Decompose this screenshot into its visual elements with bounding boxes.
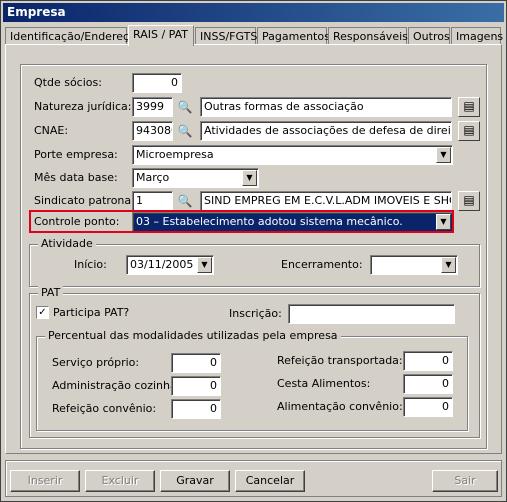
cnae-code-input[interactable]: 943080 (132, 121, 173, 141)
qtde-socios-label: Qtde sócios: (34, 76, 102, 89)
cesta-alimentos-label: Cesta Alimentos: (277, 377, 371, 390)
refeicao-convenio-label: Refeição convênio: (52, 402, 157, 415)
cesta-alimentos-input[interactable]: 0 (403, 374, 453, 394)
sindicato-lookup-button[interactable]: ▤ (458, 191, 480, 211)
percentual-group: Percentual das modalidades utilizadas pe… (36, 329, 468, 431)
tab-imagens[interactable]: Imagens (451, 27, 503, 45)
qtde-socios-input[interactable]: 0 (132, 73, 182, 93)
chevron-down-icon[interactable]: ▼ (441, 257, 456, 273)
alimentacao-convenio-input[interactable]: 0 (403, 397, 453, 417)
rais-group: Qtde sócios: 0 Natureza jurídica: 3999 🔍… (20, 64, 487, 449)
cancelar-button[interactable]: Cancelar (235, 470, 305, 492)
natureza-juridica-label: Natureza jurídica: (34, 100, 132, 113)
administracao-cozinha-input[interactable]: 0 (171, 376, 221, 396)
rais-pat-panel: Qtde sócios: 0 Natureza jurídica: 3999 🔍… (5, 44, 502, 454)
administracao-cozinha-label: Administração cozinha: (52, 379, 181, 392)
tab-outros[interactable]: Outros (408, 27, 450, 45)
inicio-label: Início: (74, 258, 107, 271)
servico-proprio-label: Serviço próprio: (52, 356, 140, 369)
natureza-desc-field: Outras formas de associação (200, 97, 452, 117)
mes-data-base-label: Mês data base: (34, 171, 118, 184)
inicio-date-value: 03/11/2005 (130, 258, 194, 271)
binoculars-icon[interactable]: 🔍 (174, 191, 196, 211)
mes-data-base-value: Março (136, 171, 170, 184)
cnae-label: CNAE: (34, 124, 69, 137)
mes-data-base-select[interactable]: Março ▼ (132, 168, 259, 188)
tab-rais-pat[interactable]: RAIS / PAT (128, 25, 194, 46)
porte-empresa-select[interactable]: Microempresa ▼ (132, 145, 453, 165)
natureza-code-input[interactable]: 3999 (132, 97, 173, 117)
refeicao-convenio-input[interactable]: 0 (171, 399, 221, 419)
button-bar: Inserir Excluir Gravar Cancelar Sair (5, 460, 502, 497)
tab-identificacao[interactable]: Identificação/Endereço (5, 27, 136, 45)
sair-button[interactable]: Sair (432, 470, 498, 492)
encerramento-label: Encerramento: (281, 258, 363, 271)
participa-pat-label: Participa PAT? (53, 306, 130, 319)
inicio-date-input[interactable]: 03/11/2005 ▼ (126, 255, 214, 275)
gravar-button[interactable]: Gravar (160, 470, 230, 492)
tab-pagamentos[interactable]: Pagamentos (257, 27, 330, 45)
tab-responsaveis[interactable]: Responsáveis (328, 27, 408, 45)
binoculars-icon[interactable]: 🔍 (174, 121, 196, 141)
lookup-icon: ▤ (463, 123, 475, 137)
sindicato-code-input[interactable]: 1 (132, 191, 173, 211)
binoculars-icon[interactable]: 🔍 (174, 97, 196, 117)
atividade-group-label: Atividade (38, 237, 96, 250)
pat-group-label: PAT (38, 286, 64, 299)
inscricao-input[interactable] (288, 304, 455, 324)
empresa-window: Empresa Identificação/Endereço RAIS / PA… (0, 0, 507, 502)
cnae-lookup-button[interactable]: ▤ (458, 121, 480, 141)
percentual-group-label: Percentual das modalidades utilizadas pe… (45, 329, 341, 342)
cnae-desc-field: Atividades de associações de defesa de d… (200, 121, 452, 141)
sindicato-patronal-label: Sindicato patronal: (34, 194, 138, 207)
inscricao-label: Inscrição: (229, 307, 282, 320)
inserir-button[interactable]: Inserir (10, 470, 80, 492)
refeicao-transportada-input[interactable]: 0 (403, 351, 453, 371)
window-title: Empresa (3, 3, 504, 22)
natureza-lookup-button[interactable]: ▤ (458, 97, 480, 117)
lookup-icon: ▤ (463, 99, 475, 113)
chevron-down-icon[interactable]: ▼ (436, 147, 451, 163)
checkmark-icon: ✓ (38, 307, 47, 318)
porte-empresa-label: Porte empresa: (34, 148, 118, 161)
participa-pat-checkbox[interactable]: ✓ (36, 306, 49, 319)
refeicao-transportada-label: Refeição transportada: (277, 354, 403, 367)
pat-group: PAT ✓ Participa PAT? Inscrição: Percentu… (29, 286, 480, 438)
chevron-down-icon[interactable]: ▼ (242, 170, 257, 186)
lookup-icon: ▤ (463, 193, 475, 207)
sindicato-desc-field: SIND EMPREG EM E.C.V.L.ADM IMOVEIS E SHO… (200, 191, 452, 211)
controle-ponto-highlight (29, 210, 454, 233)
tab-inss-fgts[interactable]: INSS/FGTS (195, 27, 257, 45)
chevron-down-icon[interactable]: ▼ (197, 257, 212, 273)
porte-empresa-value: Microempresa (136, 148, 214, 161)
alimentacao-convenio-label: Alimentação convênio: (277, 400, 403, 413)
atividade-group: Atividade Início: 03/11/2005 ▼ Encerrame… (29, 237, 480, 287)
servico-proprio-input[interactable]: 0 (171, 353, 221, 373)
excluir-button[interactable]: Excluir (85, 470, 155, 492)
encerramento-date-input[interactable]: ▼ (370, 255, 458, 275)
